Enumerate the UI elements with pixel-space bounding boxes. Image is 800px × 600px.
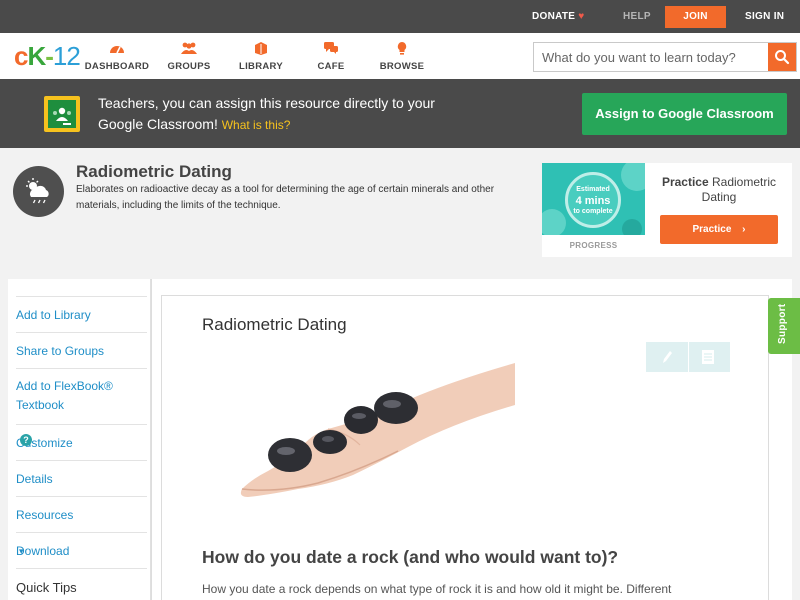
- progress-label: PROGRESS: [569, 241, 618, 250]
- estimate-ring: Estimated 4 mins to complete: [565, 172, 621, 228]
- sidebar-item-quick-tips[interactable]: Quick Tips: [16, 568, 147, 600]
- to-complete-label: to complete: [573, 208, 613, 215]
- nav-cafe[interactable]: CAFE: [296, 41, 366, 72]
- practice-title-bold: Practice: [661, 175, 709, 189]
- logo-12: 12: [52, 41, 81, 71]
- donate-label: DONATE: [532, 11, 576, 22]
- nav-browse[interactable]: BROWSE: [367, 41, 437, 72]
- assign-to-google-classroom-button[interactable]: Assign to Google Classroom: [582, 93, 787, 135]
- sidebar-item-label: Quick Tips: [16, 580, 77, 595]
- library-icon: [255, 42, 267, 55]
- caret-down-icon: ▾: [19, 546, 24, 556]
- edit-tools: [646, 342, 730, 372]
- nav-library-label: LIBRARY: [239, 61, 283, 72]
- sidebar-item-download[interactable]: Download ▾: [16, 532, 147, 568]
- sidebar-item-add-to-library[interactable]: Add to Library: [16, 296, 147, 332]
- banner-message: Teachers, you can assign this resource d…: [98, 93, 458, 136]
- logo-k: K: [27, 41, 46, 71]
- pencil-icon[interactable]: [660, 349, 674, 365]
- help-icon[interactable]: ?: [20, 434, 32, 446]
- support-tab[interactable]: Support: [768, 298, 800, 354]
- nav-groups[interactable]: GROUPS: [154, 41, 224, 72]
- join-button[interactable]: JOIN: [665, 6, 726, 28]
- sidebar-item-label: Resources: [16, 508, 74, 522]
- logo-c: c: [14, 41, 29, 71]
- sidebar-item-details[interactable]: Details: [16, 460, 147, 496]
- sidebar-item-label: Download: [16, 544, 70, 558]
- ck12-logo[interactable]: cK-12: [14, 41, 81, 71]
- donate-link[interactable]: DONATE ♥: [532, 0, 585, 33]
- heart-icon: ♥: [578, 11, 585, 22]
- search-button[interactable]: [768, 43, 796, 71]
- sidebar-item-label: Details: [16, 472, 53, 486]
- nav-library[interactable]: LIBRARY: [226, 41, 296, 72]
- main-navigation: cK-12 DASHBOARD GROUPS LIBRARY CAFE BROW…: [0, 33, 800, 79]
- practice-thumbnail: Estimated 4 mins to complete: [542, 163, 645, 235]
- help-link[interactable]: HELP: [623, 0, 651, 33]
- sign-in-link[interactable]: SIGN IN: [745, 0, 784, 33]
- sidebar-item-share-to-groups[interactable]: Share to Groups: [16, 332, 147, 368]
- top-utility-bar: DONATE ♥ HELP JOIN SIGN IN: [0, 0, 800, 33]
- logo-dash: -: [45, 41, 54, 71]
- practice-title: Practice Radiometric Dating: [655, 175, 783, 205]
- search-icon: [775, 50, 790, 65]
- nav-cafe-label: CAFE: [317, 61, 345, 72]
- what-is-this-link[interactable]: What is this?: [222, 118, 291, 132]
- concept-title: Radiometric Dating: [76, 162, 232, 181]
- nav-groups-label: GROUPS: [167, 61, 211, 72]
- sidebar-item-label: Add to FlexBook® Textbook: [16, 379, 113, 412]
- google-classroom-icon: [44, 96, 80, 132]
- cafe-icon: [324, 42, 338, 54]
- section-heading: How do you date a rock (and who would wa…: [202, 547, 619, 567]
- sidebar-item-add-to-flexbook[interactable]: Add to FlexBook® Textbook: [16, 368, 147, 424]
- sidebar-item-customize[interactable]: Customize?: [16, 424, 147, 460]
- estimated-minutes: 4 mins: [575, 195, 611, 207]
- concept-description: Elaborates on radioactive decay as a too…: [76, 184, 495, 211]
- nav-browse-label: BROWSE: [379, 61, 425, 72]
- chevron-right-icon: ›: [742, 224, 746, 235]
- groups-icon: [181, 42, 197, 54]
- dashboard-icon: [110, 46, 124, 54]
- sidebar-item-resources[interactable]: Resources: [16, 496, 147, 532]
- estimated-label: Estimated: [576, 186, 610, 193]
- practice-title-rest: Radiometric Dating: [701, 175, 777, 204]
- hand-holding-rocks-image: [240, 363, 515, 497]
- sidebar-item-label: Add to Library: [16, 308, 91, 322]
- support-label: Support: [777, 303, 788, 344]
- practice-button[interactable]: Practice ›: [660, 215, 778, 244]
- practice-card: Estimated 4 mins to complete PROGRESS Pr…: [542, 163, 792, 257]
- nav-dashboard-label: DASHBOARD: [84, 61, 150, 72]
- section-paragraph: How you date a rock depends on what type…: [202, 582, 672, 596]
- nav-dashboard[interactable]: DASHBOARD: [82, 41, 152, 72]
- browse-icon: [397, 42, 407, 55]
- content-title: Radiometric Dating: [202, 315, 347, 334]
- notes-icon[interactable]: [701, 349, 715, 365]
- search-box: [533, 42, 797, 72]
- practice-button-label: Practice: [692, 224, 732, 235]
- weather-icon: [13, 166, 64, 217]
- search-input[interactable]: [534, 43, 768, 71]
- sidebar-item-label: Share to Groups: [16, 344, 105, 358]
